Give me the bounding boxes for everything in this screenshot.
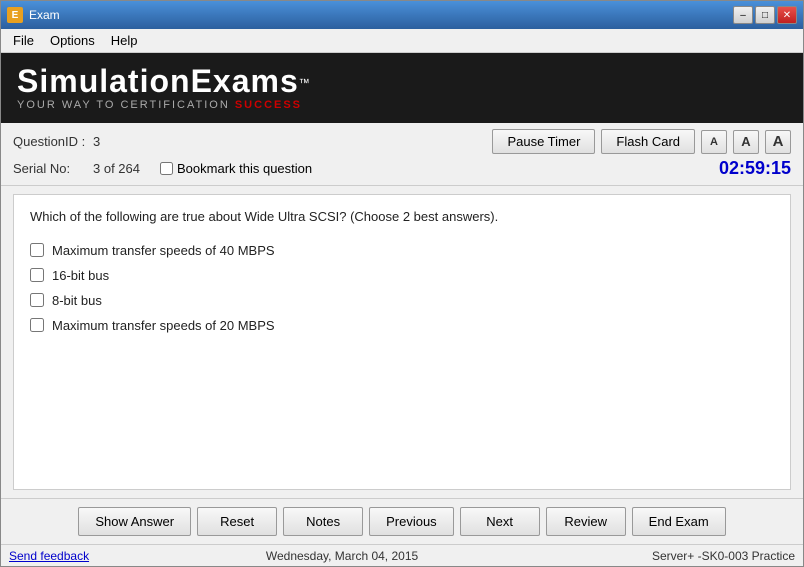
tm-symbol: ™ bbox=[299, 78, 310, 90]
info-row-2: Serial No: 3 of 264 Bookmark this questi… bbox=[13, 158, 791, 179]
answer-option-4[interactable]: Maximum transfer speeds of 20 MBPS bbox=[30, 318, 774, 333]
flash-card-button[interactable]: Flash Card bbox=[601, 129, 695, 154]
font-large-button[interactable]: A bbox=[765, 130, 791, 154]
bookmark-text: Bookmark this question bbox=[177, 161, 312, 176]
banner: SimulationExams™ YOUR WAY TO CERTIFICATI… bbox=[1, 53, 803, 123]
bookmark-checkbox[interactable] bbox=[160, 162, 173, 175]
info-row-1: QuestionID : 3 Pause Timer Flash Card A … bbox=[13, 129, 791, 154]
title-bar: E Exam – □ ✕ bbox=[1, 1, 803, 29]
main-window: E Exam – □ ✕ File Options Help Simulatio… bbox=[0, 0, 804, 567]
serial-value: 3 of 264 bbox=[93, 161, 140, 176]
notes-button[interactable]: Notes bbox=[283, 507, 363, 536]
question-id-label: QuestionID : bbox=[13, 134, 93, 149]
logo-text: SimulationExams bbox=[17, 63, 299, 99]
tagline-highlight: SUCCESS bbox=[235, 99, 302, 111]
answer-text-1: Maximum transfer speeds of 40 MBPS bbox=[52, 243, 275, 258]
status-bar: Send feedback Wednesday, March 04, 2015 … bbox=[1, 544, 803, 566]
question-area: Which of the following are true about Wi… bbox=[13, 194, 791, 490]
logo: SimulationExams™ YOUR WAY TO CERTIFICATI… bbox=[17, 65, 310, 111]
font-medium-button[interactable]: A bbox=[733, 130, 759, 154]
menu-file[interactable]: File bbox=[5, 31, 42, 50]
end-exam-button[interactable]: End Exam bbox=[632, 507, 726, 536]
show-answer-button[interactable]: Show Answer bbox=[78, 507, 191, 536]
question-text: Which of the following are true about Wi… bbox=[30, 207, 774, 227]
checkbox-opt4[interactable] bbox=[30, 318, 44, 332]
pause-timer-button[interactable]: Pause Timer bbox=[492, 129, 595, 154]
status-date: Wednesday, March 04, 2015 bbox=[89, 549, 595, 563]
info-bar: QuestionID : 3 Pause Timer Flash Card A … bbox=[1, 123, 803, 186]
review-button[interactable]: Review bbox=[546, 507, 626, 536]
tagline-before: YOUR WAY TO CERTIFICATION bbox=[17, 99, 235, 111]
minimize-button[interactable]: – bbox=[733, 6, 753, 24]
answer-option-2[interactable]: 16-bit bus bbox=[30, 268, 774, 283]
next-button[interactable]: Next bbox=[460, 507, 540, 536]
previous-button[interactable]: Previous bbox=[369, 507, 454, 536]
menu-options[interactable]: Options bbox=[42, 31, 103, 50]
close-button[interactable]: ✕ bbox=[777, 6, 797, 24]
button-bar: Show Answer Reset Notes Previous Next Re… bbox=[1, 498, 803, 544]
reset-button[interactable]: Reset bbox=[197, 507, 277, 536]
question-id-value: 3 bbox=[93, 134, 100, 149]
checkbox-opt2[interactable] bbox=[30, 268, 44, 282]
bookmark-label[interactable]: Bookmark this question bbox=[160, 161, 312, 176]
font-small-button[interactable]: A bbox=[701, 130, 727, 154]
answer-text-2: 16-bit bus bbox=[52, 268, 109, 283]
status-practice: Server+ -SK0-003 Practice bbox=[595, 549, 795, 563]
window-icon: E bbox=[7, 7, 23, 23]
tagline: YOUR WAY TO CERTIFICATION SUCCESS bbox=[17, 99, 310, 111]
window-title: Exam bbox=[29, 8, 733, 22]
menu-bar: File Options Help bbox=[1, 29, 803, 53]
answer-text-4: Maximum transfer speeds of 20 MBPS bbox=[52, 318, 275, 333]
menu-help[interactable]: Help bbox=[103, 31, 146, 50]
window-controls: – □ ✕ bbox=[733, 6, 797, 24]
answer-option-3[interactable]: 8-bit bus bbox=[30, 293, 774, 308]
answer-option-1[interactable]: Maximum transfer speeds of 40 MBPS bbox=[30, 243, 774, 258]
timer-display: 02:59:15 bbox=[719, 158, 791, 179]
top-buttons: Pause Timer Flash Card A A A bbox=[492, 129, 791, 154]
checkbox-opt1[interactable] bbox=[30, 243, 44, 257]
serial-label: Serial No: bbox=[13, 161, 93, 176]
feedback-link[interactable]: Send feedback bbox=[9, 549, 89, 563]
maximize-button[interactable]: □ bbox=[755, 6, 775, 24]
answer-text-3: 8-bit bus bbox=[52, 293, 102, 308]
checkbox-opt3[interactable] bbox=[30, 293, 44, 307]
